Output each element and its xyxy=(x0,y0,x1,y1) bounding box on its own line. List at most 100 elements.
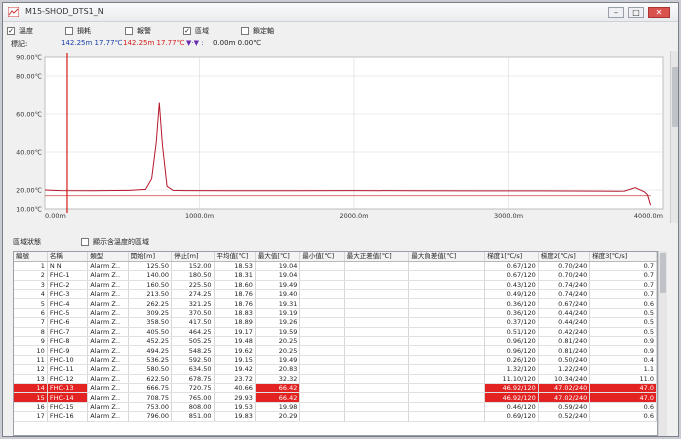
table-row[interactable]: 5 FHC-4 Alarm Z.. 262.25 321.25 18.76 19.31 0.3… xyxy=(14,298,657,309)
table-row[interactable]: 6 FHC-5 Alarm Z.. 309.25 370.50 18.83 19.19 0.3… xyxy=(14,308,657,319)
table-cell: FHC-10 xyxy=(47,355,89,366)
column-header[interactable]: 編號 xyxy=(14,252,48,262)
table-cell: 0.36/120 xyxy=(484,298,539,309)
table-row[interactable]: 4 FHC-3 Alarm Z.. 213.50 274.25 18.76 19.40 0.4… xyxy=(14,289,657,300)
table-cell: 851.00 xyxy=(171,411,215,422)
table-cell: FHC-15 xyxy=(47,402,89,413)
table-cell: 16 xyxy=(14,402,48,413)
column-header[interactable]: 最大值[℃] xyxy=(255,252,301,262)
table-row[interactable]: 17 FHC-16 Alarm Z.. 796.00 851.00 19.83 20.29 0… xyxy=(14,411,657,422)
table-cell: 18.76 xyxy=(214,298,256,309)
chart-scrollbar[interactable] xyxy=(670,51,678,223)
table-cell xyxy=(408,308,486,319)
close-button[interactable]: ✕ xyxy=(648,7,670,18)
table-cell: FHC-11 xyxy=(47,364,89,375)
table-cell: 9 xyxy=(14,336,48,347)
maximize-button[interactable]: □ xyxy=(628,7,644,18)
temperature-chart[interactable]: 90.00℃ 80.00℃ 60.00℃ 40.00℃ 20.00℃ 10.00℃0.00… xyxy=(11,51,671,223)
column-header[interactable]: 梯度2[℃/s] xyxy=(538,252,591,262)
y-tick-label: 60.00℃ xyxy=(16,111,42,119)
table-row[interactable]: 1N N Alarm Z.. 125.50 152.00 18.53 19.04 0.67/… xyxy=(14,261,657,272)
table-row[interactable]: 7 FHC-6 Alarm Z.. 358.50 417.50 18.89 19.26 0.3… xyxy=(14,317,657,328)
column-header[interactable]: 最大正差值[℃] xyxy=(344,252,410,262)
table-cell: 4 xyxy=(14,289,48,300)
table-cell: 580.50 xyxy=(128,364,173,375)
app-window: M15-SHOD_DTS1_N – □ ✕ ✓ 溫度 損耗 報警 ✓ 區域 鎖定… xyxy=(2,2,679,437)
checkbox-box xyxy=(81,238,89,246)
checkbox-loss[interactable]: 損耗 xyxy=(65,26,91,36)
table-cell: Alarm Z.. xyxy=(87,336,129,347)
column-header[interactable]: 最小值[℃] xyxy=(299,252,345,262)
x-tick-label: 4000.0m xyxy=(634,212,663,220)
readout-label: 標記: xyxy=(11,40,28,48)
table-cell: FHC-12 xyxy=(47,374,89,384)
close-icon: ✕ xyxy=(655,8,663,17)
table-row[interactable]: 15 FHC-14 Alarm Z.. 708.75 765.00 29.93 66.42 4… xyxy=(14,392,657,403)
checkbox-show-temp-zones[interactable]: 顯示含溫度的區域 xyxy=(81,237,149,247)
table-cell: 0.49/120 xyxy=(484,289,539,300)
column-header[interactable]: 類型 xyxy=(87,252,129,262)
table-row[interactable]: 10 FHC-9 Alarm Z.. 494.25 548.25 19.62 20.25 0.… xyxy=(14,345,657,356)
table-cell xyxy=(344,317,410,328)
table-cell xyxy=(344,289,410,300)
column-header[interactable]: 開始[m] xyxy=(128,252,173,262)
column-header[interactable]: 名稱 xyxy=(47,252,89,262)
checkbox-temperature[interactable]: ✓ 溫度 xyxy=(7,26,33,36)
table-row[interactable]: 14 FHC-13 Alarm Z.. 666.75 720.75 40.66 66.42 4… xyxy=(14,383,657,394)
checkbox-alarm[interactable]: 報警 xyxy=(125,26,151,36)
column-header[interactable]: 梯度1[℃/s] xyxy=(484,252,539,262)
table-cell: 66.42 xyxy=(255,383,301,394)
column-header[interactable]: 停止[m] xyxy=(171,252,215,262)
table-cell xyxy=(344,392,410,403)
table-cell: Alarm Z.. xyxy=(87,317,129,328)
table-cell xyxy=(299,317,345,328)
window-title: M15-SHOD_DTS1_N xyxy=(25,7,104,16)
checkbox-zone[interactable]: ✓ 區域 xyxy=(183,26,209,36)
table-cell: 19.40 xyxy=(255,289,301,300)
table-scrollbar-thumb[interactable] xyxy=(660,253,666,293)
table-row[interactable]: 16 FHC-15 Alarm Z.. 753.00 808.00 19.53 19.98 0… xyxy=(14,402,657,413)
table-cell: 160.50 xyxy=(128,280,173,291)
table-row[interactable]: 12 FHC-11 Alarm Z.. 580.50 634.50 19.42 20.83 1… xyxy=(14,364,657,375)
table-row[interactable]: 11 FHC-10 Alarm Z.. 536.25 592.50 19.15 19.49 0… xyxy=(14,355,657,366)
table-cell xyxy=(299,364,345,375)
table-cell: 0.7 xyxy=(589,270,657,281)
column-header[interactable]: 最大負差值[℃] xyxy=(408,252,486,262)
table-cell: 47.02/240 xyxy=(538,392,591,403)
table-cell: 47.0 xyxy=(589,392,657,403)
table-cell: 0.44/240 xyxy=(538,317,591,328)
table-cell xyxy=(344,280,410,291)
table-cell: 11.10/120 xyxy=(484,374,539,384)
table-cell: Alarm Z.. xyxy=(87,402,129,413)
column-header[interactable]: 平均值[℃] xyxy=(214,252,256,262)
table-cell: 321.25 xyxy=(171,298,215,309)
column-header[interactable]: 梯度3[℃/s] xyxy=(589,252,657,262)
table-cell: Alarm Z.. xyxy=(87,270,129,281)
table-cell: FHC-13 xyxy=(47,383,89,394)
table-cell: 20.25 xyxy=(255,345,301,356)
x-tick-label: 3000.0m xyxy=(494,212,523,220)
toolbar: ✓ 溫度 損耗 報警 ✓ 區域 鎖定軸 xyxy=(3,24,678,38)
table-scrollbar[interactable] xyxy=(658,251,667,436)
table-cell xyxy=(408,336,486,347)
table-cell xyxy=(299,345,345,356)
table-cell: 18.31 xyxy=(214,270,256,281)
table-cell xyxy=(344,345,410,356)
table-cell: 262.25 xyxy=(128,298,173,309)
table-cell xyxy=(299,383,345,394)
table-row[interactable]: 2 FHC-1 Alarm Z.. 140.00 180.50 18.31 19.04 0.6… xyxy=(14,270,657,281)
table-cell xyxy=(408,261,486,272)
table-row[interactable]: 3 FHC-2 Alarm Z.. 160.50 225.50 18.60 19.49 0.4… xyxy=(14,280,657,291)
checkbox-box xyxy=(125,27,133,35)
minimize-button[interactable]: – xyxy=(608,7,624,18)
chart-scrollbar-thumb[interactable] xyxy=(672,67,678,127)
table-cell: 0.96/120 xyxy=(484,336,539,347)
table-cell xyxy=(299,261,345,272)
table-cell: 0.37/120 xyxy=(484,317,539,328)
checkbox-lock-axis[interactable]: 鎖定軸 xyxy=(241,26,274,36)
table-row[interactable]: 13 FHC-12 Alarm Z.. 622.50 678.75 23.72 32.32 1… xyxy=(14,374,657,384)
table-cell xyxy=(408,327,486,338)
table-row[interactable]: 8 FHC-7 Alarm Z.. 405.50 464.25 19.17 19.59 0.5… xyxy=(14,327,657,338)
table-cell: 0.51/120 xyxy=(484,327,539,338)
table-row[interactable]: 9 FHC-8 Alarm Z.. 452.25 505.25 19.48 20.25 0.9… xyxy=(14,336,657,347)
